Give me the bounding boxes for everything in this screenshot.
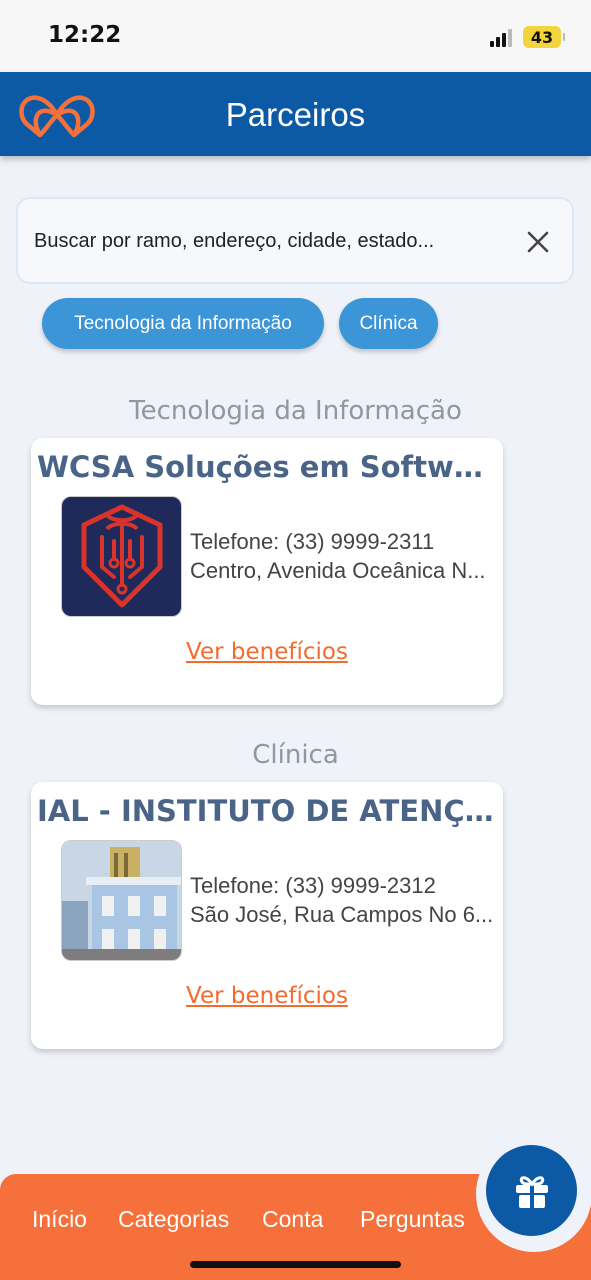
signal-icon: [490, 29, 516, 47]
nav-item-conta[interactable]: Conta: [262, 1206, 323, 1233]
status-bar: 12:22 43: [0, 0, 591, 72]
partner-name: WCSA Soluções em Software: [37, 450, 497, 484]
search-input[interactable]: [34, 225, 514, 257]
status-time: 12:22: [48, 22, 122, 48]
battery-level: 43: [530, 27, 554, 47]
home-indicator: [190, 1261, 401, 1268]
partner-photo: [61, 840, 182, 961]
gift-button[interactable]: [486, 1145, 577, 1236]
partner-name: IAL - INSTITUTO DE ATENÇÃO ...: [37, 794, 497, 828]
ver-beneficios-link[interactable]: Ver benefícios: [31, 639, 503, 665]
partner-address: Centro, Avenida Oceânica N...: [190, 558, 486, 583]
partner-address: São José, Rua Campos No 6...: [190, 902, 494, 927]
search-box: [16, 197, 574, 284]
partner-phone: Telefone: (33) 9999-2311: [190, 529, 435, 554]
partner-phone: Telefone: (33) 9999-2312: [190, 873, 436, 898]
filter-chip-clinica[interactable]: Clínica: [339, 298, 438, 349]
section-heading: Tecnologia da Informação: [129, 396, 462, 426]
nav-item-categorias[interactable]: Categorias: [118, 1206, 229, 1233]
gift-icon: [515, 1175, 548, 1208]
partner-card[interactable]: IAL - INSTITUTO DE ATENÇÃO ... Telefone:…: [31, 782, 503, 1049]
app-header: Parceiros: [0, 72, 591, 156]
close-icon[interactable]: [526, 230, 550, 254]
section-heading: Clínica: [252, 740, 339, 770]
battery-icon: 43: [523, 26, 565, 48]
page-title: Parceiros: [225, 96, 366, 133]
partner-card[interactable]: WCSA Soluções em Software Telefone: (33)…: [31, 438, 503, 705]
partner-logo: [61, 496, 182, 617]
ver-beneficios-link[interactable]: Ver benefícios: [31, 983, 503, 1009]
filter-chip-tecnologia[interactable]: Tecnologia da Informação: [42, 298, 324, 349]
nav-item-perguntas[interactable]: Perguntas: [360, 1206, 465, 1233]
nav-item-inicio[interactable]: Início: [32, 1206, 87, 1233]
